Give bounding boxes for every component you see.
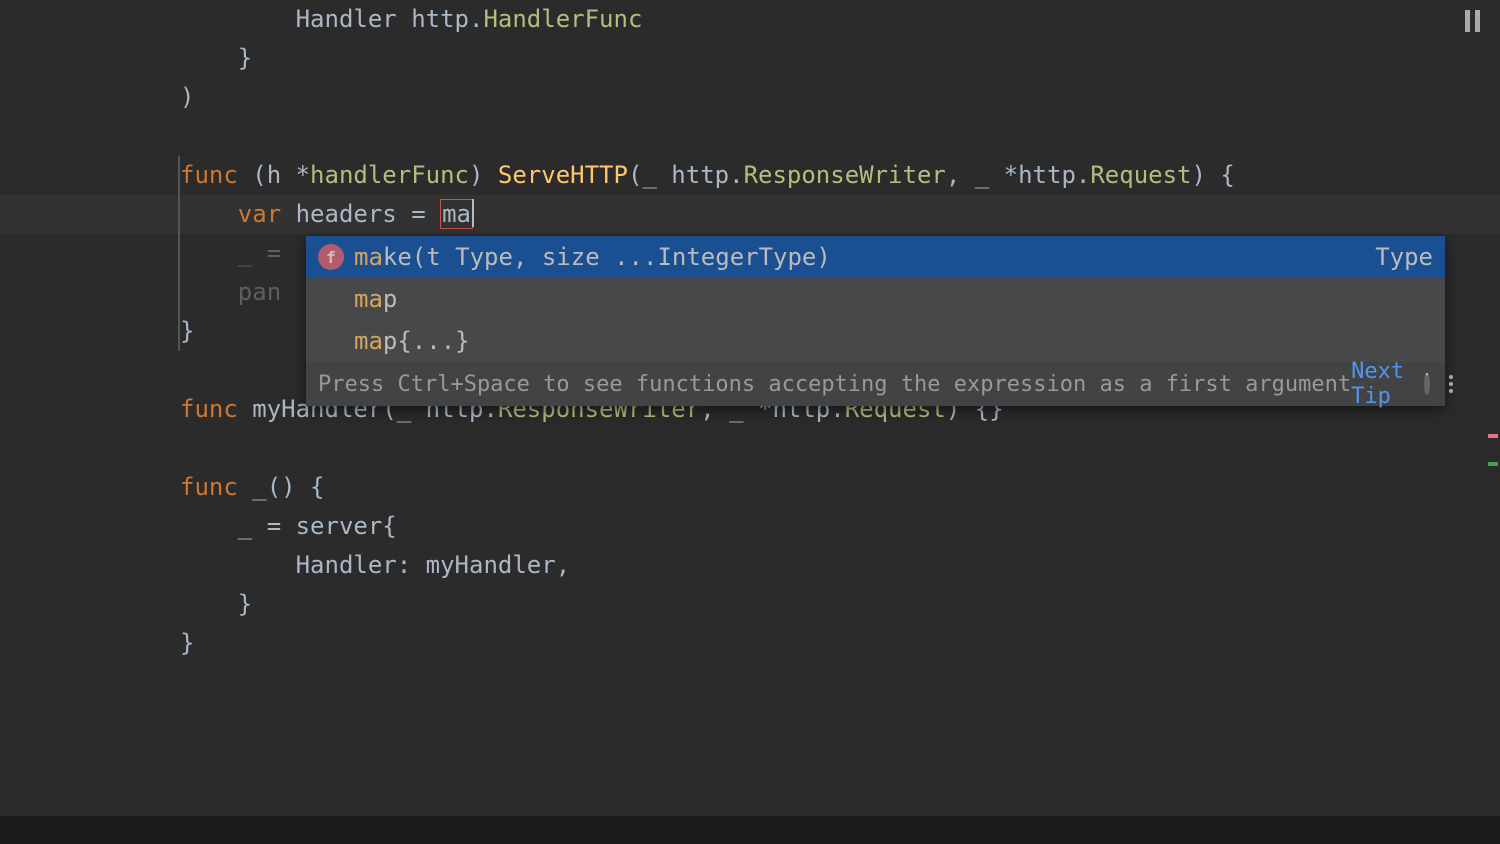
next-tip-link[interactable]: Next Tip <box>1351 359 1404 409</box>
error-marker[interactable] <box>1488 434 1498 438</box>
code-line: } <box>180 585 1500 624</box>
current-line: var headers = ma <box>0 195 1500 234</box>
popup-hint-text: Press Ctrl+Space to see functions accept… <box>318 372 1351 397</box>
status-bar <box>0 816 1500 844</box>
completion-label: map <box>354 285 1433 313</box>
code-line: } <box>180 39 1500 78</box>
code-line: _ = server{ <box>180 507 1500 546</box>
completion-item-map[interactable]: map <box>306 278 1445 320</box>
completion-label: make(t Type, size ...IntegerType) <box>354 243 1375 271</box>
code-line: func (h *handlerFunc) ServeHTTP(_ http.R… <box>180 156 1500 195</box>
code-line: func _() { <box>180 468 1500 507</box>
code-line: Handler http.HandlerFunc <box>180 0 1500 39</box>
completion-item-map-literal[interactable]: map{...} <box>306 320 1445 362</box>
loading-spinner-icon <box>1424 373 1430 395</box>
completion-label: map{...} <box>354 327 1433 355</box>
kebab-menu-icon[interactable] <box>1445 371 1457 397</box>
function-icon: f <box>318 244 344 270</box>
typed-partial: ma <box>440 199 473 229</box>
autocomplete-popup[interactable]: f make(t Type, size ...IntegerType) Type… <box>306 236 1445 406</box>
code-line <box>180 117 1500 156</box>
completion-item-make[interactable]: f make(t Type, size ...IntegerType) Type <box>306 236 1445 278</box>
scrollbar[interactable] <box>1484 0 1500 844</box>
code-line: ) <box>180 78 1500 117</box>
text-cursor <box>472 199 474 227</box>
code-line: Handler: myHandler, <box>180 546 1500 585</box>
completion-type: Type <box>1375 243 1433 271</box>
ok-marker[interactable] <box>1488 462 1498 466</box>
code-line: } <box>180 624 1500 663</box>
popup-footer: Press Ctrl+Space to see functions accept… <box>306 362 1445 406</box>
code-line <box>180 429 1500 468</box>
